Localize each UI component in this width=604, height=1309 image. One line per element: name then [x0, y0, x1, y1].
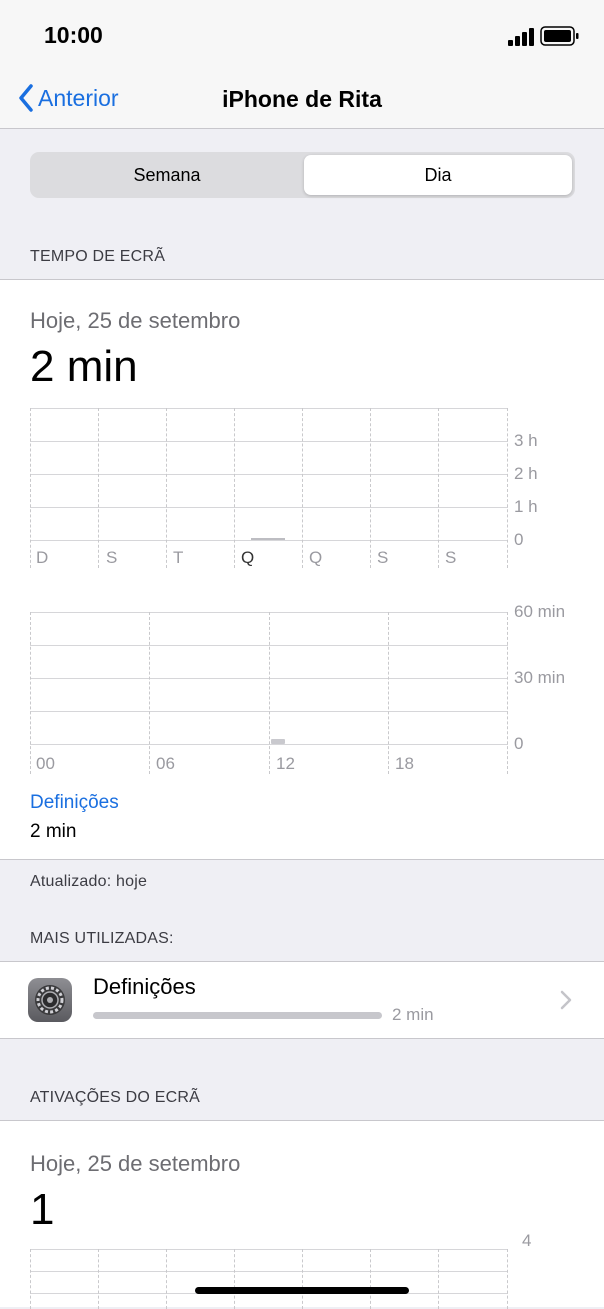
category-link-settings[interactable]: Definições	[30, 792, 119, 814]
weekly-day-label: S	[377, 548, 389, 567]
battery-icon	[540, 26, 579, 46]
home-indicator[interactable]	[195, 1287, 409, 1294]
screen-time-card: Hoje, 25 de setembro 2 min 3 h 2 h 1 h 0…	[0, 279, 604, 860]
pickups-section-header: ATIVAÇÕES DO ECRÃ	[30, 1089, 200, 1106]
hourly-tick-label: 00	[36, 754, 55, 773]
weekly-day-label: S	[106, 548, 118, 567]
pickups-chart: 4	[30, 1231, 575, 1309]
weekly-axis-2h: 2 h	[514, 464, 538, 483]
weekly-axis-0: 0	[514, 530, 524, 549]
weekly-bar-q	[251, 538, 285, 540]
weekly-day-label: D	[36, 548, 49, 567]
segment-week[interactable]: Semana	[33, 155, 301, 195]
hourly-bar-12	[271, 739, 285, 744]
category-time: 2 min	[30, 821, 77, 842]
pickups-total: 1	[30, 1185, 55, 1234]
chevron-right-icon	[560, 990, 572, 1010]
weekly-day-label: T	[173, 548, 184, 567]
pickups-card: Hoje, 25 de setembro 1 4	[0, 1120, 604, 1309]
hourly-axis-0: 0	[514, 734, 524, 753]
most-used-section-header: MAIS UTILIZADAS:	[30, 930, 174, 947]
weekly-day-label-today: Q	[241, 548, 255, 567]
settings-gear-icon	[28, 978, 72, 1022]
updated-label: Atualizado: hoje	[30, 873, 148, 890]
hourly-axis-60: 60 min	[514, 602, 566, 621]
hourly-tick-label: 06	[156, 754, 175, 773]
pickups-date: Hoje, 25 de setembro	[30, 1151, 241, 1176]
app-time: 2 min	[392, 1005, 434, 1024]
most-used-app-row[interactable]: Definições 2 min	[0, 961, 604, 1039]
weekly-axis-1h: 1 h	[514, 497, 538, 516]
status-bar: 10:00	[0, 0, 604, 74]
hourly-tick-label: 18	[395, 754, 414, 773]
pickups-axis-top: 4	[522, 1231, 532, 1250]
screen-time-total: 2 min	[30, 342, 138, 391]
hourly-usage-chart: 60 min 30 min 0 00 06 12 18	[30, 602, 575, 774]
status-time: 10:00	[44, 22, 103, 48]
period-segmented-control: Semana Dia	[30, 152, 575, 198]
app-usage-bar	[93, 1012, 382, 1019]
app-name: Definições	[93, 974, 196, 999]
signal-icon	[508, 28, 534, 46]
page-title: iPhone de Rita	[222, 86, 382, 112]
hourly-tick-label: 12	[276, 754, 295, 773]
hourly-axis-30: 30 min	[514, 668, 566, 687]
navigation-bar: Anterior iPhone de Rita	[0, 74, 604, 129]
segment-day[interactable]: Dia	[304, 155, 572, 195]
weekly-axis-3h: 3 h	[514, 431, 538, 450]
weekly-usage-chart: 3 h 2 h 1 h 0 D S T Q Q S S	[30, 408, 575, 568]
screen-time-section-header: TEMPO DE ECRÃ	[30, 248, 166, 265]
weekly-day-label: S	[445, 548, 457, 567]
weekly-day-label: Q	[309, 548, 323, 567]
screen-time-date: Hoje, 25 de setembro	[30, 308, 241, 333]
